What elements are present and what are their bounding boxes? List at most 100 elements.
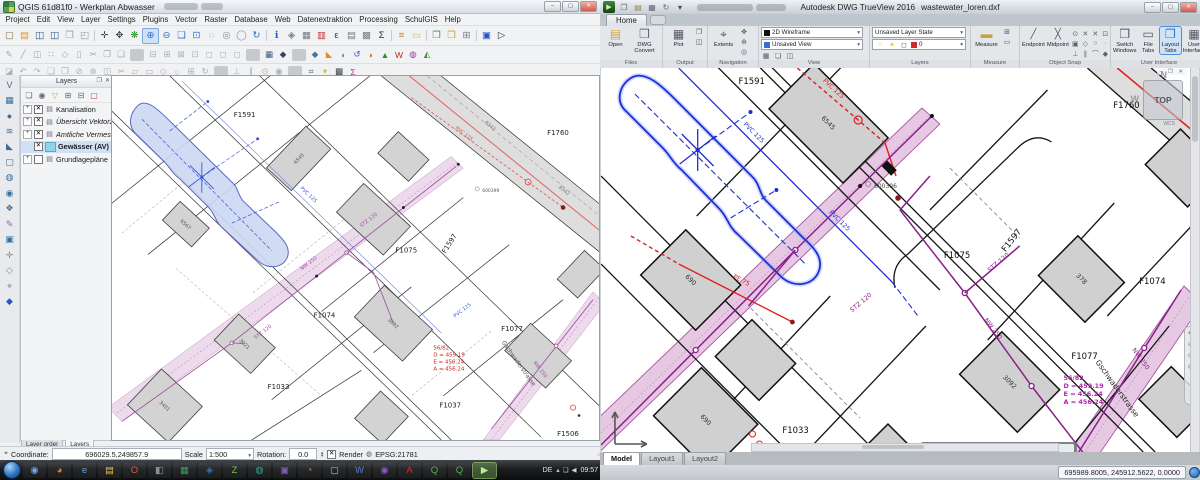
toolbar-icon[interactable]: ❒	[429, 29, 444, 43]
toolbar-icon[interactable]: ❐	[62, 29, 77, 43]
toolbar-icon[interactable]: Σ	[374, 29, 389, 43]
toolbar-icon[interactable]: ▲	[378, 49, 392, 61]
osnap-icon[interactable]: ○	[1091, 39, 1100, 48]
menu-item[interactable]: Settings	[104, 15, 139, 24]
menu-item[interactable]: Edit	[33, 15, 53, 24]
toolbar-icon[interactable]	[94, 30, 95, 41]
rotation-stepper[interactable]: ▲▼	[320, 451, 324, 458]
toolbar-icon[interactable]: ◈	[284, 29, 299, 43]
osnap-icon[interactable]: ◆	[1101, 49, 1110, 58]
toolbar-icon[interactable]: ⌖	[3, 280, 17, 293]
batch-plot-icon[interactable]: ❐	[694, 27, 704, 36]
toolbar-icon[interactable]: ◉	[3, 187, 17, 200]
menu-item[interactable]: View	[54, 15, 78, 24]
clock[interactable]: 09:57	[580, 467, 598, 474]
toolbar-icon[interactable]	[292, 49, 306, 61]
taskbar-app-icon[interactable]: Q	[448, 463, 471, 478]
toolbar-icon[interactable]: ⊖	[159, 29, 174, 43]
trueview-drawing-canvas[interactable]: 690 690 6545 378 3092	[601, 68, 1199, 452]
panel-close-icon[interactable]: ✕	[105, 77, 110, 85]
toolbar-icon[interactable]: ▭	[409, 29, 424, 43]
expander-icon[interactable]	[23, 117, 32, 126]
toolbar-icon[interactable]: ◣	[3, 140, 17, 153]
viewport-icon[interactable]: ❏	[773, 51, 783, 60]
toolbar-icon[interactable]	[391, 30, 392, 41]
toolbar-icon[interactable]: ◎	[219, 29, 234, 43]
osnap-icon[interactable]: ⊥	[1071, 49, 1080, 58]
taskbar-app-icon[interactable]: e	[73, 463, 96, 478]
layer-item[interactable]: Gewässer (AV)	[21, 141, 112, 154]
status-toggle-icon[interactable]	[1189, 467, 1200, 478]
visual-style-dropdown[interactable]: 2D Wireframe	[761, 27, 863, 38]
layer-checkbox[interactable]	[34, 155, 43, 164]
toolbar-icon[interactable]: ❏	[114, 49, 128, 61]
taskbar-app-icon[interactable]: ◉	[23, 463, 46, 478]
coordinate-input[interactable]: 696029.5,249857.9	[52, 448, 182, 460]
menu-item[interactable]: Web	[271, 15, 294, 24]
osnap-icon[interactable]: ✕	[1081, 29, 1090, 38]
toolbar-icon[interactable]: ▥	[314, 29, 329, 43]
osnap-icon[interactable]: ⌒	[1091, 49, 1100, 58]
taskbar-app-icon[interactable]: ▤	[98, 463, 121, 478]
toolbar-icon[interactable]: ▽	[49, 90, 61, 101]
layer-item[interactable]: ▤ Kanalisation	[21, 103, 112, 116]
menu-item[interactable]: Project	[2, 15, 33, 24]
toolbar-icon[interactable]: ◯	[234, 29, 249, 43]
render-checkbox[interactable]	[327, 450, 336, 459]
toolbar-icon[interactable]: ❖	[3, 202, 17, 215]
plot-button[interactable]: ▦Plot	[665, 27, 692, 48]
taskbar-app-icon[interactable]: ▣	[273, 463, 296, 478]
taskbar-app-icon[interactable]: ◉	[373, 463, 396, 478]
language-indicator[interactable]: DE	[543, 467, 553, 474]
zoom-icon[interactable]: ⊕	[739, 37, 749, 46]
toolbar-icon[interactable]: ◆	[308, 49, 322, 61]
tray-icon[interactable]: ◀	[571, 466, 576, 474]
toolbar-icon[interactable]: ⊟	[146, 49, 160, 61]
menu-item[interactable]: Processing	[356, 15, 402, 24]
window-button[interactable]: –	[544, 1, 561, 12]
toolbar-icon[interactable]: ◍	[3, 171, 17, 184]
toolbar-icon[interactable]: ◫	[47, 29, 62, 43]
named-views-icon[interactable]: ▦	[761, 51, 771, 60]
toolbar-icon[interactable]: ℹ	[269, 29, 284, 43]
osnap-icon[interactable]: ⊡	[1101, 29, 1110, 38]
toolbar-icon[interactable]: ✎	[2, 49, 16, 61]
panel-float-icon[interactable]: ❐	[97, 77, 102, 85]
toolbar-icon[interactable]: ⊠	[174, 49, 188, 61]
toolbar-icon[interactable]	[130, 49, 144, 61]
taskbar-app-icon[interactable]: ◔	[298, 463, 321, 478]
toolbar-icon[interactable]: ▤	[344, 29, 359, 43]
toolbar-icon[interactable]: ◣	[322, 49, 336, 61]
toolbar-icon[interactable]: ▢	[3, 156, 17, 169]
taskbar-app-icon[interactable]: ◕	[48, 463, 71, 478]
quick-access-icon[interactable]: ▤	[632, 2, 644, 13]
view-state-dropdown[interactable]: Unsaved View	[761, 39, 863, 50]
toolbar-icon[interactable]: ▷	[494, 29, 509, 43]
endpoint-button[interactable]: ╱Endpoint	[1022, 27, 1045, 48]
toolbar-icon[interactable]: ❐	[100, 49, 114, 61]
trueview-titlebar[interactable]: ▶ ❐▤▦↻▾ Autodesk DWG TrueView 2016 waste…	[600, 0, 1200, 14]
scale-combo[interactable]: 1:500	[206, 448, 254, 460]
quick-access-icon[interactable]: ❐	[618, 2, 630, 13]
toolbar-icon[interactable]: ◆	[276, 49, 290, 61]
vertical-scrollbar[interactable]	[1190, 68, 1199, 452]
layer-checkbox[interactable]	[34, 117, 43, 126]
toolbar-icon[interactable]: ✥	[112, 29, 127, 43]
toolbar-icon[interactable]: ⊡	[189, 29, 204, 43]
osnap-icon[interactable]: ◇	[1081, 39, 1090, 48]
toolbar-icon[interactable]: ◇	[58, 49, 72, 61]
toolbar-icon[interactable]: ▣	[479, 29, 494, 43]
toolbar-icon[interactable]: ✎	[3, 218, 17, 231]
taskbar-app-icon[interactable]: ◍	[248, 463, 271, 478]
toolbar-icon[interactable]: ▢	[88, 90, 100, 101]
layer-item[interactable]: ▤ Übersicht Vektor25	[21, 116, 112, 129]
toolbar-icon[interactable]: ◆	[3, 295, 17, 308]
toolbar-icon[interactable]: ◉	[36, 90, 48, 101]
layout-tabs-button[interactable]: ❐Layout Tabs	[1160, 27, 1181, 54]
measure-button[interactable]: ▬Measure	[973, 27, 1000, 48]
toolbar-icon[interactable]: ◍	[406, 49, 420, 61]
toolbar-icon[interactable]: ⊞	[160, 49, 174, 61]
file-tabs-button[interactable]: ▭File Tabs	[1139, 27, 1158, 54]
toolbar-icon[interactable]: ◇	[3, 264, 17, 277]
taskbar-app-icon[interactable]: ◧	[148, 463, 171, 478]
